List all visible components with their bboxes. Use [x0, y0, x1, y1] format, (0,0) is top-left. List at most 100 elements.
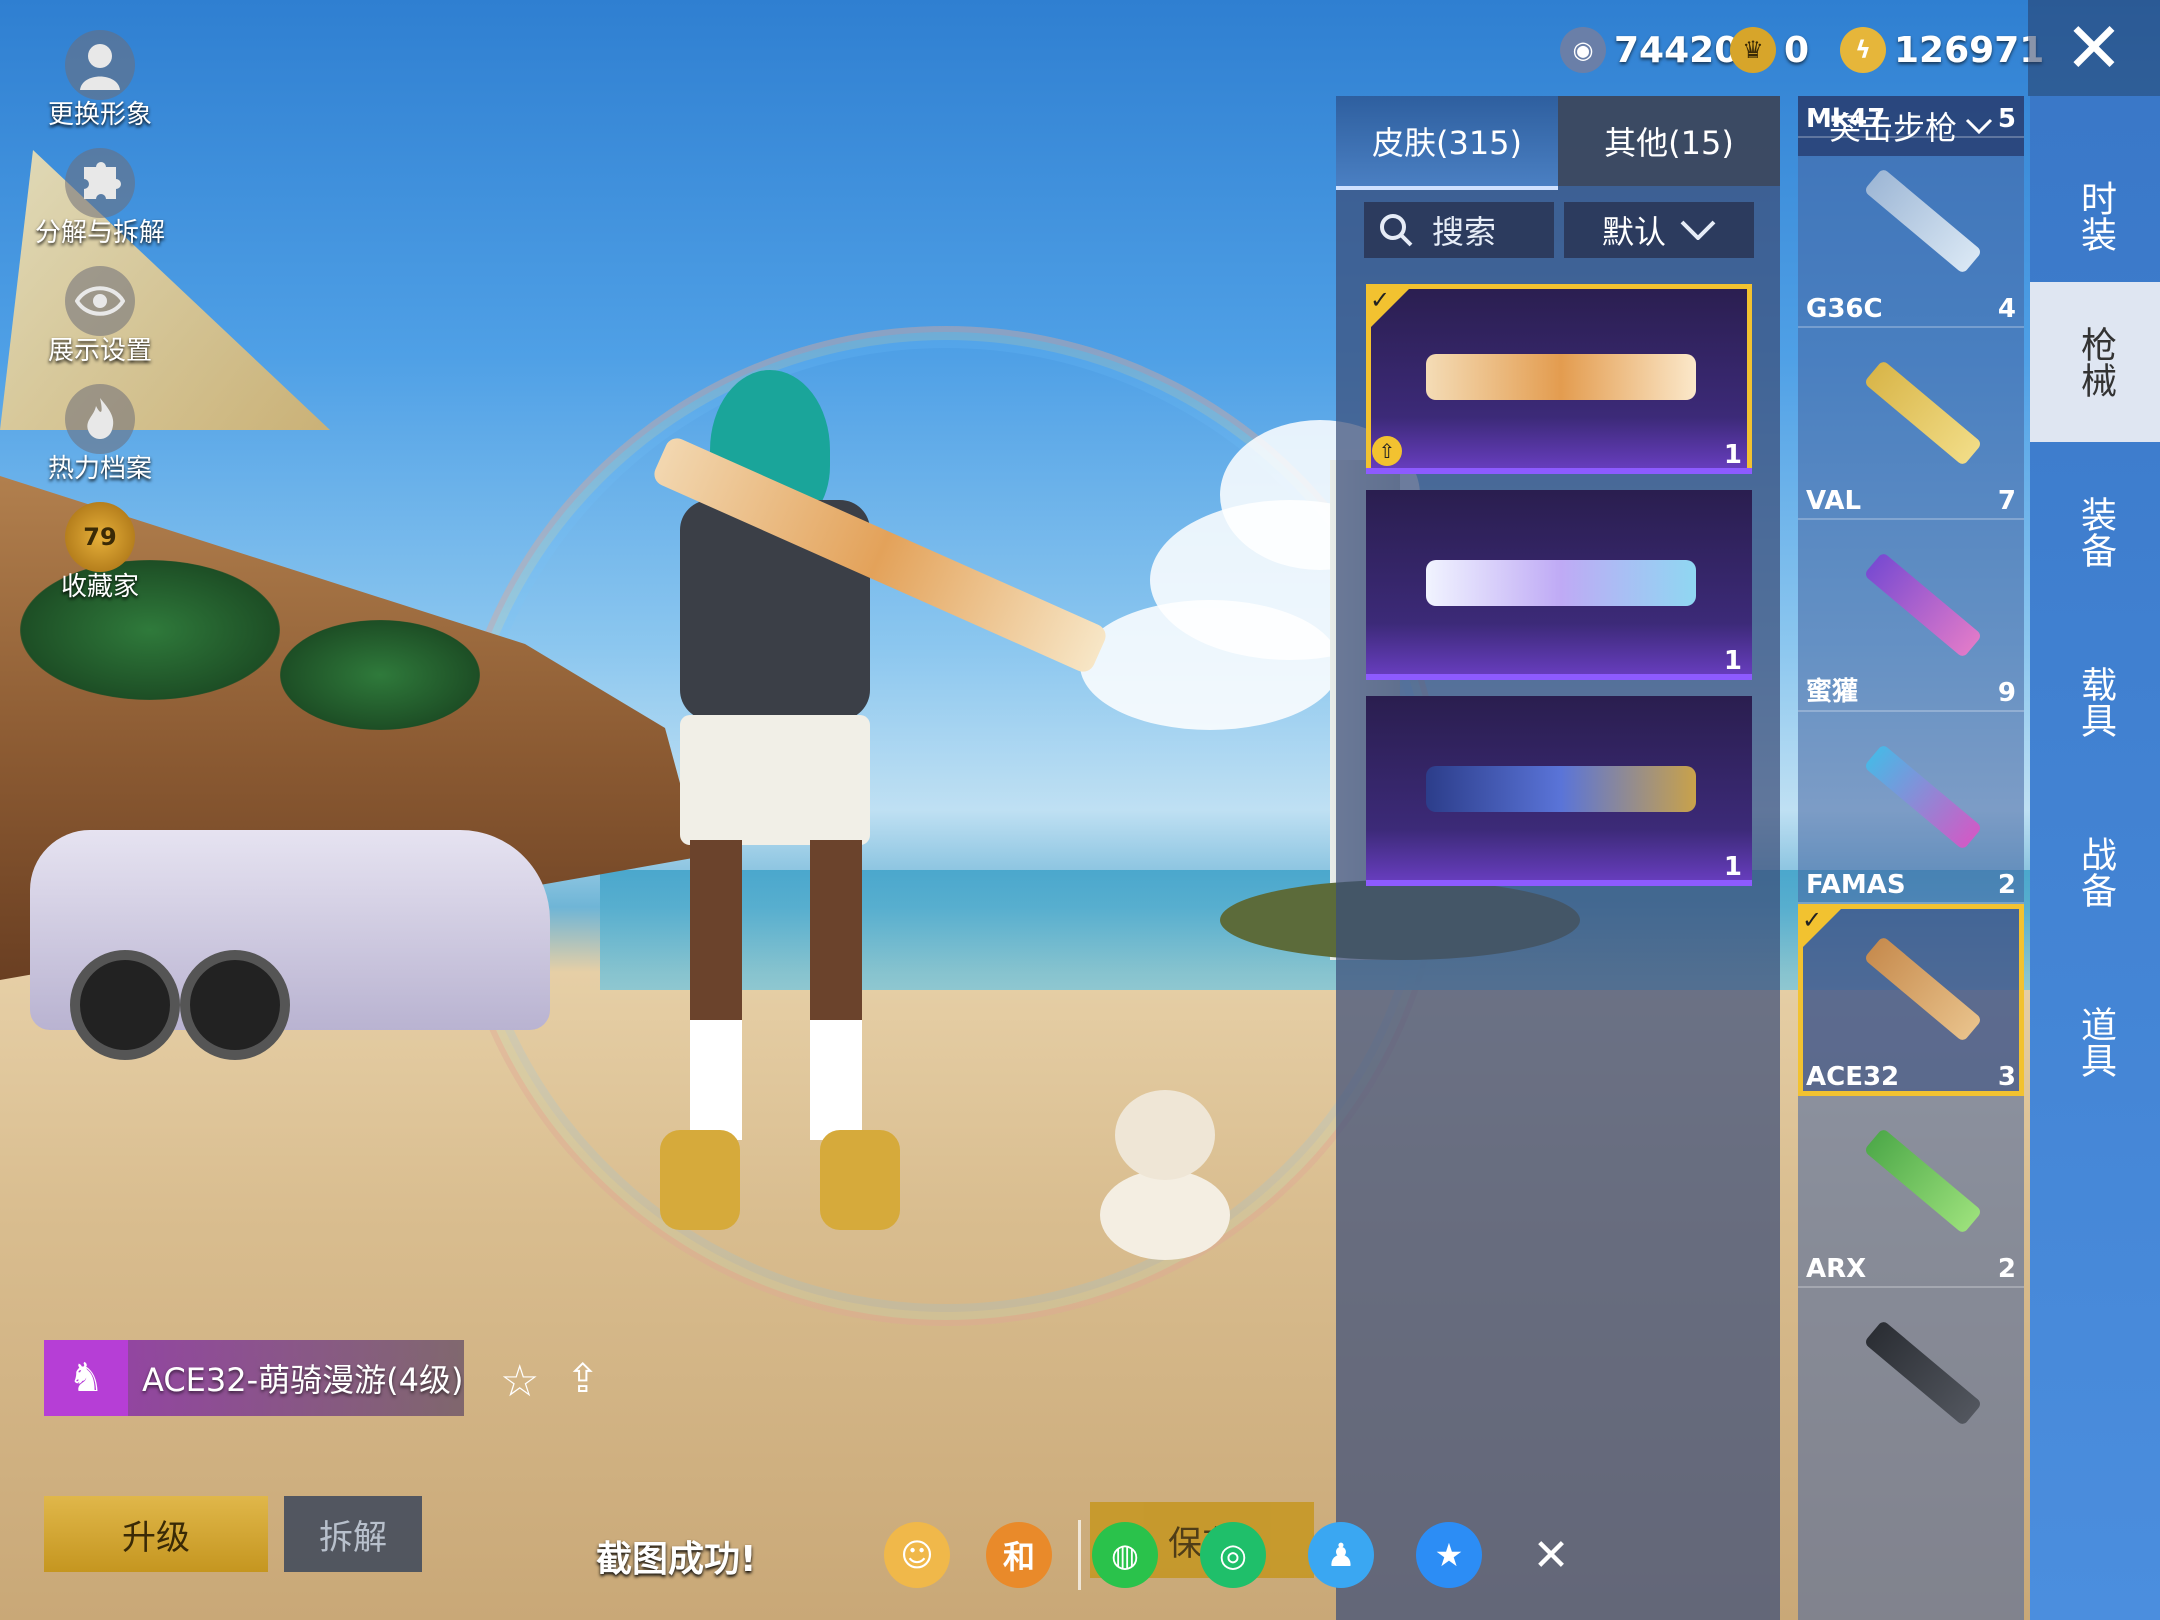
- decompose-button[interactable]: 分解与拆解: [20, 148, 180, 258]
- skin-rifle-image: [1426, 354, 1696, 400]
- search-input[interactable]: 搜索: [1364, 202, 1554, 258]
- heat-profile-label: 热力档案: [47, 454, 152, 484]
- weapon-image: [1863, 1319, 1983, 1427]
- puzzle-icon: [65, 148, 135, 218]
- close-button[interactable]: ✕: [2028, 0, 2160, 96]
- divider: [1078, 1520, 1081, 1590]
- tab-fashion[interactable]: 时装: [2030, 136, 2160, 296]
- tab-weapons[interactable]: 枪械: [2030, 282, 2160, 442]
- horse-logo-icon: ♞: [44, 1340, 128, 1416]
- display-settings-label: 展示设置: [47, 336, 152, 366]
- weapon-name: VAL: [1806, 486, 1862, 516]
- weapon-skin-count: 3: [1997, 1062, 2016, 1092]
- tab-battle-prep[interactable]: 战备: [2030, 792, 2160, 952]
- weapon-skin-count: 2: [1997, 870, 2016, 900]
- weapon-skin-count: 9: [1997, 678, 2016, 708]
- close-icon: ✕: [2064, 7, 2124, 89]
- weapon-item[interactable]: ARX 2: [1798, 1096, 2024, 1288]
- weapon-name: Mk47: [1806, 104, 1886, 134]
- icon-glyph: ♟: [1326, 1536, 1356, 1574]
- game-logo-icon[interactable]: 和: [986, 1522, 1052, 1588]
- weapon-item[interactable]: Mk47 5: [1798, 36, 2024, 138]
- eye-icon: [65, 266, 135, 336]
- change-avatar-label: 更换形象: [47, 100, 152, 130]
- coupon-coin-icon: ◉: [1560, 27, 1606, 73]
- weapon-name: ACE32: [1806, 1062, 1900, 1092]
- icon-glyph: ☺: [900, 1536, 934, 1574]
- weapon-item[interactable]: FAMAS 2: [1798, 712, 2024, 904]
- weapon-item[interactable]: [1798, 1288, 2024, 1478]
- skin-rifle-image: [1426, 766, 1696, 812]
- tab-label: 战备: [2075, 836, 2116, 908]
- icon-glyph: 和: [1002, 1538, 1035, 1576]
- moments-icon[interactable]: ◎: [1200, 1522, 1266, 1588]
- palm-tree: [280, 620, 480, 730]
- wechat-icon[interactable]: ◍: [1092, 1522, 1158, 1588]
- weapon-item[interactable]: G36C 4: [1798, 136, 2024, 328]
- collector-level: 79: [83, 523, 117, 551]
- tab-items[interactable]: 道具: [2030, 962, 2160, 1122]
- equipped-check-icon: ✓: [1366, 284, 1414, 332]
- flame-icon: [65, 384, 135, 454]
- weapon-item[interactable]: VAL 7: [1798, 328, 2024, 520]
- icon-glyph: ✕: [1532, 1529, 1570, 1581]
- close-icon[interactable]: ✕: [1518, 1522, 1584, 1588]
- tab-equipment[interactable]: 装备: [2030, 452, 2160, 612]
- tab-vehicles[interactable]: 载具: [2030, 622, 2160, 782]
- upgrade-button[interactable]: 升级: [44, 1496, 268, 1572]
- skin-card[interactable]: 1: [1366, 490, 1752, 680]
- profile-share-icon[interactable]: ☺: [884, 1522, 950, 1588]
- currency-coupon: ◉ 74420: [1560, 20, 1739, 80]
- selected-skin-banner: ♞ ACE32-萌骑漫游(4级): [44, 1340, 464, 1416]
- disassemble-button[interactable]: 拆解: [284, 1496, 422, 1572]
- sort-dropdown[interactable]: 默认: [1564, 202, 1754, 258]
- qq-icon[interactable]: ♟: [1308, 1522, 1374, 1588]
- character-sock: [690, 1020, 742, 1140]
- pet-body: [1100, 1170, 1230, 1260]
- skin-count: 1: [1723, 852, 1742, 882]
- character-sock: [810, 1020, 862, 1140]
- weapon-image: [1863, 359, 1983, 467]
- tab-others[interactable]: 其他(15): [1558, 96, 1780, 186]
- weapon-image: [1863, 167, 1983, 275]
- upgrade-arrow-icon: ⇧: [1372, 436, 1402, 466]
- qzone-icon[interactable]: ★: [1416, 1522, 1482, 1588]
- weapon-name: 蜜獾: [1806, 677, 1859, 707]
- weapon-skin-count: 4: [1997, 294, 2016, 324]
- collector-badge-icon: 79: [65, 502, 135, 572]
- skin-card[interactable]: ✓ ⇧ 1: [1366, 284, 1752, 474]
- weapon-item[interactable]: 蜜獾 9: [1798, 520, 2024, 712]
- avatar-icon: [65, 30, 135, 100]
- character-shoe: [660, 1130, 740, 1230]
- display-settings-button[interactable]: 展示设置: [20, 266, 180, 376]
- rarity-bar: [1366, 880, 1752, 886]
- search-label: 搜索: [1432, 213, 1497, 251]
- weapon-image: [1863, 1127, 1983, 1235]
- selected-skin-name: ACE32-萌骑漫游(4级): [142, 1361, 464, 1399]
- star-outline-icon[interactable]: ☆: [500, 1356, 539, 1407]
- currency-value: 74420: [1614, 29, 1740, 71]
- tab-label: 道具: [2075, 1006, 2116, 1078]
- icon-glyph: ◎: [1219, 1536, 1247, 1574]
- sort-label: 默认: [1601, 213, 1666, 251]
- collector-button[interactable]: 79 收藏家: [20, 502, 180, 612]
- share-icon[interactable]: ⇪: [566, 1356, 600, 1402]
- character-shoe: [820, 1130, 900, 1230]
- car-wheel: [70, 950, 180, 1060]
- rarity-bar: [1366, 468, 1752, 474]
- skin-count: 1: [1723, 646, 1742, 676]
- screenshot-success-message: 截图成功!: [596, 1539, 757, 1580]
- pet-head: [1115, 1090, 1215, 1180]
- tab-label: 枪械: [2075, 326, 2116, 398]
- weapon-item[interactable]: ✓ ACE32 3: [1798, 904, 2024, 1096]
- tab-skins[interactable]: 皮肤(315): [1336, 96, 1558, 190]
- weapon-name: G36C: [1806, 294, 1883, 324]
- heat-profile-button[interactable]: 热力档案: [20, 384, 180, 494]
- skin-card[interactable]: 1: [1366, 696, 1752, 886]
- change-avatar-button[interactable]: 更换形象: [20, 30, 180, 140]
- skin-tabs: 皮肤(315) 其他(15): [1336, 96, 1780, 190]
- skin-rifle-image: [1426, 560, 1696, 606]
- side-category-tabs: 时装 枪械 装备 载具 战备 道具: [2030, 96, 2160, 1620]
- tab-label: 装备: [2075, 496, 2116, 568]
- weapon-list: Mk47 5 G36C 4 VAL 7 蜜獾 9 FAMAS 2 ✓ ACE32…: [1798, 104, 2024, 1620]
